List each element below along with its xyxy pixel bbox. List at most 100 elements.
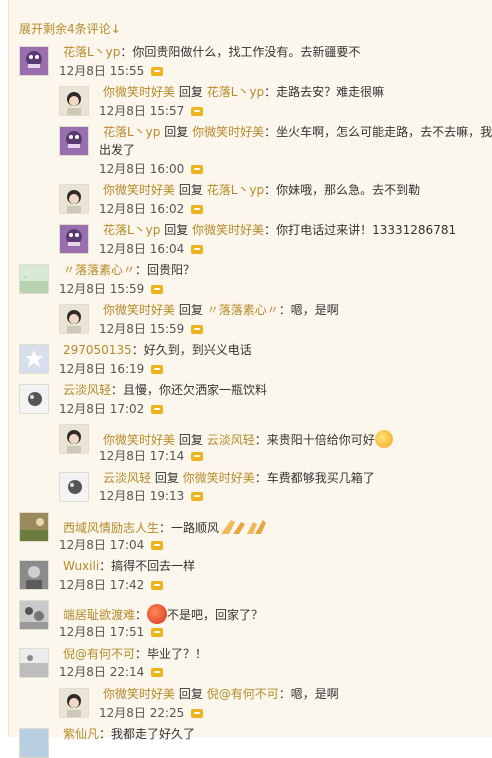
reply-target-link[interactable]: 你微笑时好美 — [192, 223, 264, 237]
expand-comments-link[interactable]: 展开剩余4条评论↓ — [19, 20, 121, 37]
avatar[interactable] — [59, 86, 89, 116]
avatar[interactable] — [59, 424, 89, 454]
username-link[interactable]: 花落L丶yp — [63, 45, 120, 59]
reply-icon[interactable] — [191, 245, 203, 254]
avatar[interactable] — [59, 688, 89, 718]
comment-meta: 12月8日 15:59 — [59, 282, 145, 296]
clapping-hands-emoji-icon — [221, 520, 267, 534]
reply-target-link[interactable]: 你微笑时好美 — [192, 125, 264, 139]
comment-meta: 12月8日 22:25 — [99, 706, 185, 720]
reply-icon[interactable] — [151, 581, 163, 590]
avatar[interactable] — [19, 46, 49, 76]
comment-text: 坐火车啊，怎么可能走路，去不去嘛，我 — [276, 125, 492, 139]
username-link[interactable]: 云淡风轻 — [63, 383, 111, 397]
username-link[interactable]: 你微笑时好美 — [103, 183, 175, 197]
username-link[interactable]: 端居耻欲渡难 — [63, 608, 135, 622]
comment-meta: 12月8日 16:04 — [99, 242, 185, 256]
comment-text: 你回贵阳做什么，找工作没有。去新疆要不 — [132, 45, 361, 59]
angry-emoji-icon — [147, 604, 168, 624]
comment-meta: 12月8日 16:00 — [99, 162, 185, 176]
comment-meta: 12月8日 17:42 — [59, 578, 145, 592]
reply-icon[interactable] — [191, 492, 203, 501]
comment-date: 12月8日 — [59, 64, 106, 78]
comment-text: 嗯，是啊 — [290, 303, 339, 317]
username-link[interactable]: 倪@有何不可 — [63, 647, 135, 661]
avatar[interactable] — [59, 126, 89, 156]
avatar[interactable] — [19, 728, 49, 758]
username-link[interactable]: 花落L丶yp — [103, 223, 160, 237]
comment-text: 走路去安？难走很嘛 — [276, 85, 385, 99]
reply-icon[interactable] — [191, 709, 203, 718]
comment-meta: 12月8日 17:04 — [59, 538, 145, 552]
username-link[interactable]: Wuxili — [63, 559, 99, 573]
comment-text-continued: 出发了 — [99, 143, 136, 157]
avatar[interactable] — [19, 384, 49, 414]
avatar[interactable] — [59, 224, 89, 254]
reply-icon[interactable] — [191, 452, 203, 461]
username-link[interactable]: 你微笑时好美 — [103, 433, 175, 447]
reply-icon[interactable] — [191, 205, 203, 214]
comment-meta: 12月8日 15:59 — [99, 322, 185, 336]
username-link[interactable]: 紫仙凡 — [63, 727, 99, 741]
reply-target-link[interactable]: 倪@有何不可 — [207, 687, 279, 701]
reply-icon[interactable] — [191, 325, 203, 334]
comment-line: 西域风情励志人生：一路顺风 — [63, 518, 267, 536]
avatar[interactable] — [19, 344, 49, 374]
comment-text: 你打电话过来讲！13331286781 — [276, 223, 457, 237]
reply-icon[interactable] — [151, 405, 163, 414]
username-link[interactable]: 花落L丶yp — [103, 125, 160, 139]
username-link[interactable]: 你微笑时好美 — [103, 687, 175, 701]
reply-target-link[interactable]: 花落L丶yp — [207, 85, 264, 99]
reply-line: 花落L丶yp 回复 你微笑时好美：坐火车啊，怎么可能走路，去不去嘛，我 — [103, 125, 492, 139]
reply-target-link[interactable]: 〃落落素心〃 — [207, 303, 279, 317]
comment-line: 倪@有何不可：毕业了？！ — [63, 647, 208, 661]
username-link[interactable]: 你微笑时好美 — [103, 85, 175, 99]
reply-icon[interactable] — [191, 165, 203, 174]
avatar[interactable] — [19, 648, 49, 678]
reply-icon[interactable] — [151, 628, 163, 637]
reply-target-link[interactable]: 云淡风轻 — [207, 433, 255, 447]
reply-line: 你微笑时好美 回复 花落L丶yp：你妹哦，那么急。去不到勒 — [103, 183, 421, 197]
reply-icon[interactable] — [191, 107, 203, 116]
avatar[interactable] — [59, 472, 89, 502]
reply-line: 云淡风轻 回复 你微笑时好美：车费都够我买几箱了 — [103, 471, 375, 485]
comment-text: 你妹哦，那么急。去不到勒 — [276, 183, 421, 197]
comment-text: 我都走了好久了 — [111, 727, 196, 741]
grin-emoji-icon — [374, 430, 393, 448]
comment-meta: 12月8日 17:14 — [99, 449, 185, 463]
comment-line: 〃落落素心〃：回贵阳？ — [63, 263, 196, 277]
comment-text: 来贵阳十倍给你可好 — [266, 433, 375, 447]
comment-line: 紫仙凡：我都走了好久了 — [63, 727, 196, 741]
comment-meta: 12月8日 16:02 — [99, 202, 185, 216]
svg-text:~: ~ — [23, 275, 27, 281]
comment-line: 297050135：好久到，到兴义电话 — [63, 343, 252, 357]
reply-line: 花落L丶yp 回复 你微笑时好美：你打电话过来讲！13331286781 — [103, 223, 457, 237]
username-link[interactable]: 西域风情励志人生 — [63, 521, 159, 535]
reply-icon[interactable] — [151, 541, 163, 550]
avatar[interactable] — [19, 560, 49, 590]
reply-target-link[interactable]: 花落L丶yp — [207, 183, 264, 197]
reply-icon[interactable] — [151, 668, 163, 677]
comment-meta: 12月8日 19:13 — [99, 489, 185, 503]
reply-icon[interactable] — [151, 365, 163, 374]
reply-line: 你微笑时好美 回复 倪@有何不可：嗯，是啊 — [103, 687, 339, 701]
comment-meta: 12月8日 15:57 — [99, 104, 185, 118]
username-link[interactable]: 297050135 — [63, 343, 132, 357]
username-link[interactable]: 云淡风轻 — [103, 471, 151, 485]
comment-time: 15:55 — [109, 64, 145, 78]
reply-target-link[interactable]: 你微笑时好美 — [183, 471, 255, 485]
avatar[interactable] — [19, 600, 49, 630]
avatar[interactable] — [19, 512, 49, 542]
username-link[interactable]: 你微笑时好美 — [103, 303, 175, 317]
comment-meta: 12月8日 22:14 — [59, 665, 145, 679]
comment-text: 且慢，你还欠洒家一瓶饮料 — [123, 383, 268, 397]
comment-text: 回贵阳？ — [147, 263, 196, 277]
username-link[interactable]: 〃落落素心〃 — [63, 263, 135, 277]
avatar[interactable] — [59, 304, 89, 334]
reply-icon[interactable] — [151, 67, 163, 76]
avatar[interactable] — [59, 184, 89, 214]
comment-line: 云淡风轻：且慢，你还欠洒家一瓶饮料 — [63, 383, 268, 397]
reply-icon[interactable] — [151, 285, 163, 294]
comment-meta: 12月8日 17:02 — [59, 402, 145, 416]
avatar[interactable]: ~ — [19, 264, 49, 294]
